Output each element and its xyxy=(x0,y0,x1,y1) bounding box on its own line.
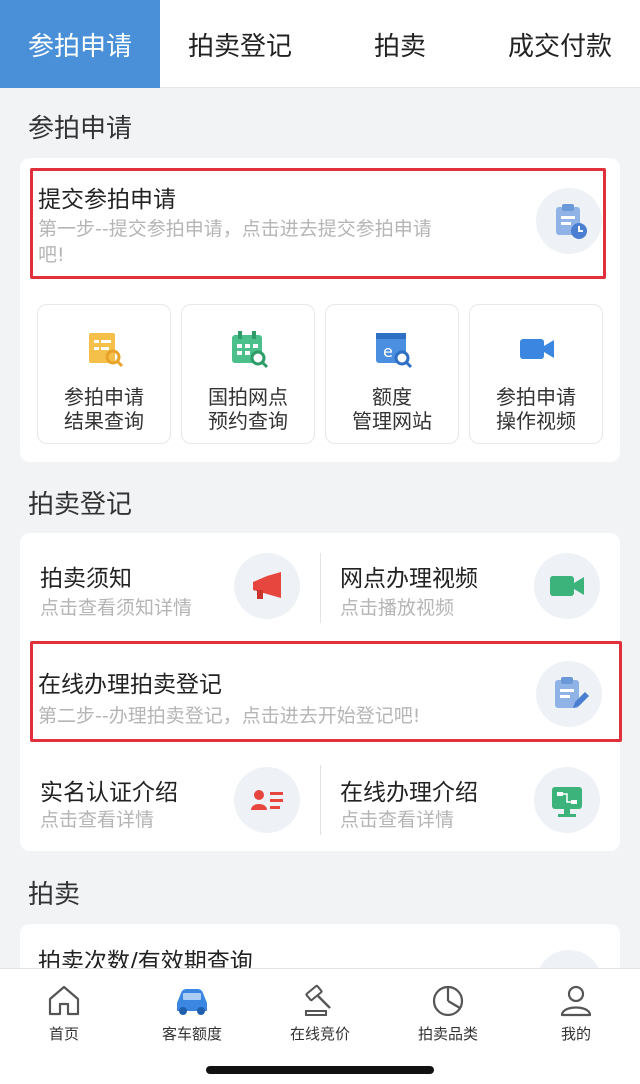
nav-mine-label: 我的 xyxy=(560,1025,591,1043)
realname-intro-sub: 点击查看详情 xyxy=(40,809,155,831)
grid-label-line1: 参拍申请 xyxy=(64,385,144,409)
grid-label-line1: 参拍申请 xyxy=(496,385,576,409)
highlight-box-register xyxy=(30,641,622,742)
nav-auction-category-label: 拍卖品类 xyxy=(417,1025,478,1043)
nav-home[interactable]: 首页 xyxy=(0,969,128,1084)
monitor-icon xyxy=(534,767,600,833)
grid-apply-result-label: 参拍申请 结果查询 xyxy=(38,385,170,433)
grid-branch-booking[interactable]: 国拍网点 预约查询 xyxy=(181,304,315,444)
tab-auction[interactable]: 拍卖 xyxy=(320,0,480,88)
home-icon xyxy=(48,985,80,1016)
grid-quota-site[interactable]: e 额度 管理网站 xyxy=(325,304,459,444)
online-intro-item[interactable]: 在线办理介绍 点击查看详情 xyxy=(320,745,620,851)
auction-notice-item[interactable]: 拍卖须知 点击查看须知详情 xyxy=(20,533,320,639)
grid-branch-booking-label: 国拍网点 预约查询 xyxy=(182,385,314,433)
branch-video-title: 网点办理视频 xyxy=(340,566,478,592)
grid-apply-video[interactable]: 参拍申请 操作视频 xyxy=(469,304,603,444)
nav-online-bid-label: 在线竞价 xyxy=(289,1025,350,1043)
grid-label-line2: 预约查询 xyxy=(208,409,288,433)
megaphone-icon xyxy=(234,553,300,619)
auction-notice-title: 拍卖须知 xyxy=(40,566,132,592)
home-indicator xyxy=(206,1066,434,1074)
grid-label-line2: 管理网站 xyxy=(352,409,432,433)
section-title-register: 拍卖登记 xyxy=(28,490,133,520)
page: 参拍申请 拍卖登记 拍卖 成交付款 参拍申请 提交参拍申请 第一步--提交参拍申… xyxy=(0,0,640,1084)
video-icon xyxy=(534,553,600,619)
tab-apply[interactable]: 参拍申请 xyxy=(0,0,160,88)
section-title-apply: 参拍申请 xyxy=(28,114,133,144)
nav-home-label: 首页 xyxy=(48,1025,79,1043)
grid-label-line1: 国拍网点 xyxy=(208,385,288,409)
auction-notice-sub: 点击查看须知详情 xyxy=(40,597,193,619)
user-icon xyxy=(560,985,592,1017)
tab-register[interactable]: 拍卖登记 xyxy=(160,0,320,88)
top-tab-bar: 参拍申请 拍卖登记 拍卖 成交付款 xyxy=(0,0,640,88)
car-icon xyxy=(177,989,207,1015)
nav-car-quota-label: 客车额度 xyxy=(161,1025,222,1043)
nav-mine[interactable]: 我的 xyxy=(512,969,640,1084)
grid-label-line2: 操作视频 xyxy=(496,409,576,433)
realname-intro-item[interactable]: 实名认证介绍 点击查看详情 xyxy=(20,745,320,851)
grid-apply-video-label: 参拍申请 操作视频 xyxy=(470,385,602,433)
pie-icon xyxy=(432,985,464,1017)
grid-label-line2: 结果查询 xyxy=(64,409,144,433)
branch-video-item[interactable]: 网点办理视频 点击播放视频 xyxy=(320,533,620,639)
realname-intro-title: 实名认证介绍 xyxy=(40,780,178,806)
grid-label-line1: 额度 xyxy=(372,385,412,409)
tab-payment[interactable]: 成交付款 xyxy=(480,0,640,88)
svg-text:e: e xyxy=(383,342,393,361)
document-search-icon xyxy=(89,333,124,368)
browser-search-icon: e xyxy=(376,333,413,369)
calendar-search-icon xyxy=(232,331,269,369)
video-camera-icon xyxy=(520,339,554,359)
grid-quota-site-label: 额度 管理网站 xyxy=(326,385,458,433)
highlight-box-submit xyxy=(30,168,606,279)
grid-apply-result[interactable]: 参拍申请 结果查询 xyxy=(37,304,171,444)
online-intro-sub: 点击查看详情 xyxy=(340,809,455,831)
online-intro-title: 在线办理介绍 xyxy=(340,780,478,806)
branch-video-sub: 点击播放视频 xyxy=(340,597,455,619)
section-title-auction: 拍卖 xyxy=(28,880,81,910)
id-card-icon xyxy=(234,767,300,833)
gavel-icon xyxy=(305,984,331,1016)
